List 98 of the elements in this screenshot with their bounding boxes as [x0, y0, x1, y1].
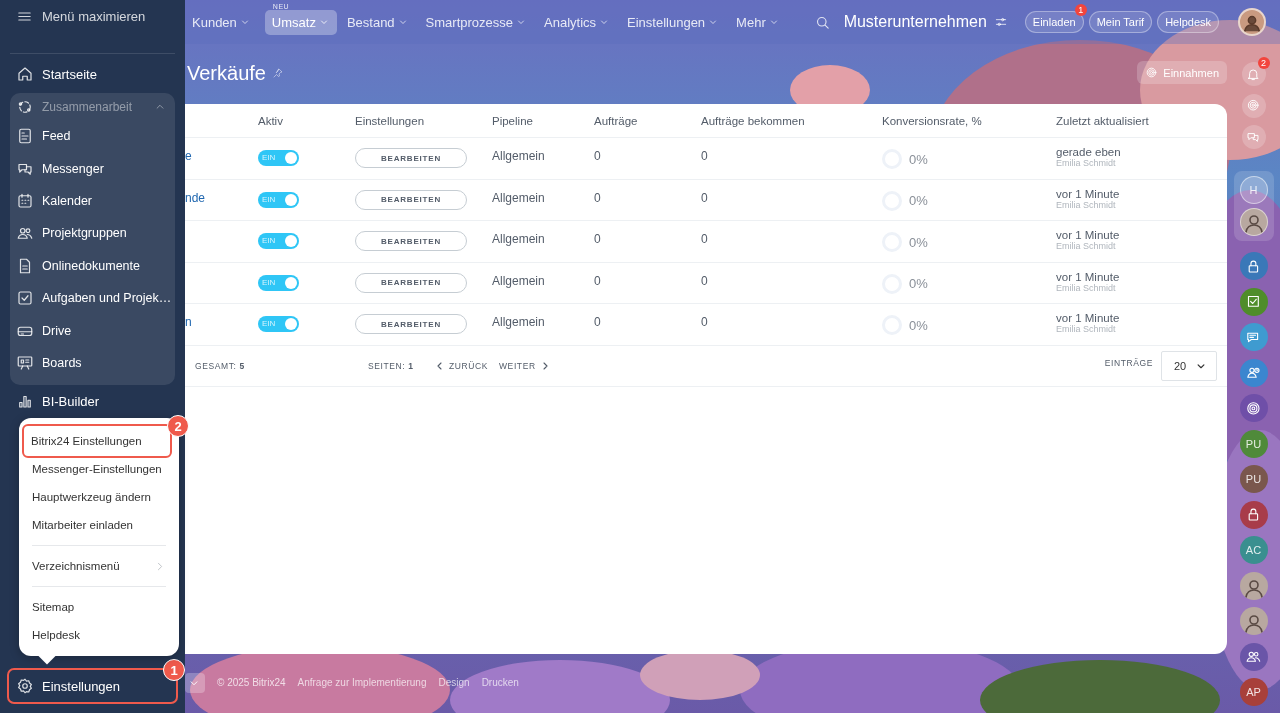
next-link[interactable]: WEITER [499, 359, 564, 372]
previous-link[interactable]: ZURÜCK [434, 359, 499, 372]
menu-item[interactable]: Sitemap [26, 593, 172, 621]
column-header[interactable]: Einstellungen [355, 104, 492, 137]
conversion-value: 0% [909, 276, 928, 291]
sidebar-item[interactable]: Onlinedokumente [10, 249, 175, 282]
spiral-icon [1246, 98, 1261, 113]
nav-tab[interactable]: Kunden [189, 9, 258, 35]
name-link[interactable]: n [185, 315, 192, 329]
table-cell: 0 [701, 190, 708, 205]
sidebar-item[interactable]: Kalender [10, 184, 175, 218]
expand-menu-button[interactable]: Menü maximieren [10, 8, 146, 35]
name-link[interactable]: e [185, 149, 192, 163]
spiral-icon [1145, 66, 1159, 79]
spiral-icon [1245, 399, 1262, 417]
menu-item[interactable]: Verzeichnismenü [26, 552, 172, 580]
page-count: SEITEN: 1 [368, 360, 415, 371]
document-list-icon [16, 127, 34, 146]
table-cell: 0 [594, 273, 601, 288]
nav-tab[interactable]: Smartprozesse [422, 9, 534, 35]
sidebar-item[interactable]: Startseite [10, 58, 175, 90]
page-size-select[interactable]: 20 [1161, 350, 1217, 381]
checkbox-icon [1245, 293, 1262, 310]
copyright-text: © 2025 Bitrix24 [217, 677, 286, 688]
bell-icon [1246, 66, 1261, 82]
checkbox-icon [16, 289, 34, 308]
entries-label: EINTRÄGE [1104, 357, 1153, 368]
column-header[interactable]: Konversionsrate, % [882, 104, 1056, 137]
column-header[interactable]: Aktiv [258, 104, 355, 137]
table-cell: Allgemein [492, 273, 545, 288]
updated-time: gerade eben [1056, 146, 1122, 158]
menu-item[interactable]: Helpdesk [26, 621, 172, 649]
author-name: Emilia Schmidt [1056, 324, 1117, 334]
header-button[interactable]: Helpdesk [1157, 11, 1219, 33]
board-icon [16, 353, 34, 372]
edit-button[interactable]: BEARBEITEN [355, 189, 467, 210]
conversion-value: 0% [909, 234, 928, 250]
table-cell: Allgemein [492, 232, 545, 246]
column-header[interactable]: Aufträge bekommen [701, 104, 882, 137]
step-badge: 1 [163, 659, 185, 681]
page-title: Verkäufe [187, 61, 266, 85]
edit-button[interactable]: BEARBEITEN [355, 272, 467, 293]
bell-button[interactable] [1241, 62, 1266, 86]
updated-time: vor 1 Minute [1056, 187, 1121, 200]
circle-dots-icon [16, 98, 34, 116]
author-name: Emilia Schmidt [1056, 158, 1117, 168]
nav-tab[interactable]: Mehr [733, 9, 787, 35]
sidebar-item[interactable]: Messenger [10, 152, 175, 185]
calendar-icon [16, 191, 34, 210]
edit-button[interactable]: BEARBEITEN [355, 314, 467, 334]
home-icon [16, 65, 34, 83]
table-cell: 0 [594, 315, 601, 329]
table-cell: 0 [701, 232, 708, 246]
conversion-value: 0% [909, 317, 928, 333]
menu-item[interactable]: Hauptwerkzeug ändern [26, 483, 172, 511]
table-cell: 0 [701, 273, 708, 288]
column-header[interactable]: Aufträge [594, 104, 701, 137]
author-name: Emilia Schmidt [1056, 199, 1117, 210]
table-cell: Allgemein [492, 149, 545, 163]
pin-icon[interactable] [271, 67, 284, 79]
name-link[interactable]: nde [185, 190, 206, 205]
header-button[interactable]: Mein Tarif [1088, 11, 1153, 33]
menu-item[interactable]: Mitarbeiter einladen [26, 511, 172, 539]
menu-item[interactable]: Messenger-Einstellungen [26, 455, 172, 483]
settings-icon [16, 677, 34, 695]
column-header[interactable]: Zuletzt aktualisiert [1056, 104, 1227, 137]
updated-time: vor 1 Minute [1056, 270, 1121, 283]
sidebar-item[interactable]: Drive [10, 314, 175, 347]
column-header[interactable]: Pipeline [492, 104, 594, 137]
table-cell: 0 [701, 149, 708, 163]
menu-item[interactable]: Bitrix24 Einstellungen [25, 427, 169, 455]
conversion-value: 0% [909, 151, 928, 167]
table-cell: 0 [701, 315, 708, 329]
table-cell: Allgemein [492, 315, 545, 329]
nav-tab[interactable]: Einstellungen [624, 9, 727, 35]
table-cell: 0 [594, 149, 601, 163]
nav-tab[interactable]: Analytics [541, 9, 618, 35]
sidebar-item[interactable]: Feed [10, 120, 175, 153]
edit-button[interactable]: BEARBEITEN [355, 148, 467, 168]
conversion-value: 0% [909, 193, 928, 208]
sidebar-item[interactable]: Aufgaben und Projek… [10, 281, 175, 315]
updated-time: vor 1 Minute [1056, 229, 1121, 241]
nav-tab[interactable]: Bestand [343, 9, 416, 35]
company-name[interactable]: Musterunternehmen [843, 13, 987, 31]
table-cell: Allgemein [492, 190, 545, 205]
table-cell: 0 [594, 232, 601, 246]
updated-time: vor 1 Minute [1056, 312, 1121, 324]
author-name: Emilia Schmidt [1056, 241, 1117, 251]
total-count: GESAMT: 5 [195, 360, 246, 371]
sidebar-item[interactable]: Projektgruppen [10, 217, 175, 250]
table-cell: 0 [594, 190, 601, 205]
chat-button[interactable] [1241, 125, 1266, 149]
sidebar-item[interactable]: Boards [10, 346, 175, 380]
sliders-icon[interactable] [993, 15, 1008, 29]
author-name: Emilia Schmidt [1056, 282, 1117, 293]
edit-button[interactable]: BEARBEITEN [355, 231, 467, 251]
sidebar-item[interactable]: BI-Builder [10, 385, 175, 418]
collapse-button[interactable] [185, 672, 205, 693]
